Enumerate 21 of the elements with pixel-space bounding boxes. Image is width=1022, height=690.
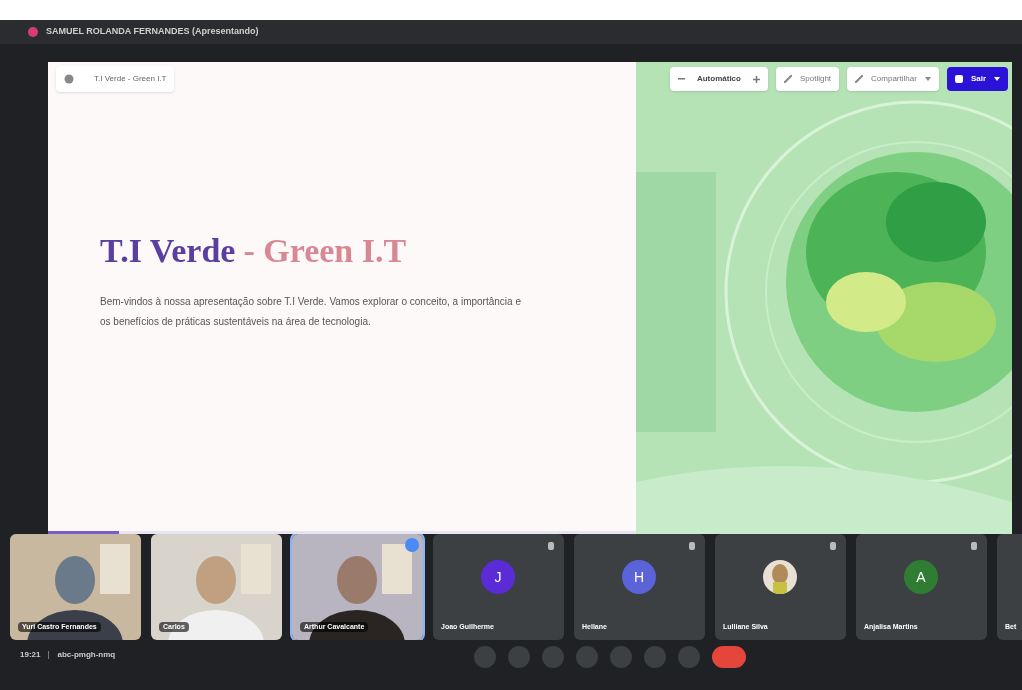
pencil-icon <box>783 75 792 83</box>
slide-title: T.I Verde <box>100 230 236 271</box>
slide-subtitle: - Green I.T <box>243 230 407 271</box>
presenter-title: SAMUEL ROLANDA FERNANDES (Apresentando) <box>46 25 259 39</box>
minus-icon[interactable] <box>677 78 685 80</box>
caret-icon <box>994 77 1000 81</box>
avatar: J <box>481 560 515 594</box>
presentation-icon <box>28 27 38 37</box>
clock-text: 19:21 <box>20 649 41 661</box>
spotlight-button[interactable]: Spotlight <box>775 67 840 91</box>
caret-icon <box>924 77 931 81</box>
tab-chip[interactable]: T.I Verde - Green I.T <box>56 66 175 92</box>
avatar: A <box>904 560 938 594</box>
share-button[interactable]: Compartilhar <box>847 67 939 91</box>
end-call-button[interactable] <box>712 646 746 668</box>
exit-button[interactable]: Sair <box>946 67 1008 91</box>
slide-text: Bem-vindos à nossa apresentação sobre T.I Verde. Vamos explorar o conceito, a importância e os benefícios de práticas sustentáveis na área de tecnologia. <box>100 294 522 329</box>
meeting-code: abc-pmgh-nmq <box>57 649 116 661</box>
avatar: H <box>622 560 656 594</box>
stop-icon <box>954 75 963 83</box>
plus-icon[interactable] <box>752 75 760 83</box>
